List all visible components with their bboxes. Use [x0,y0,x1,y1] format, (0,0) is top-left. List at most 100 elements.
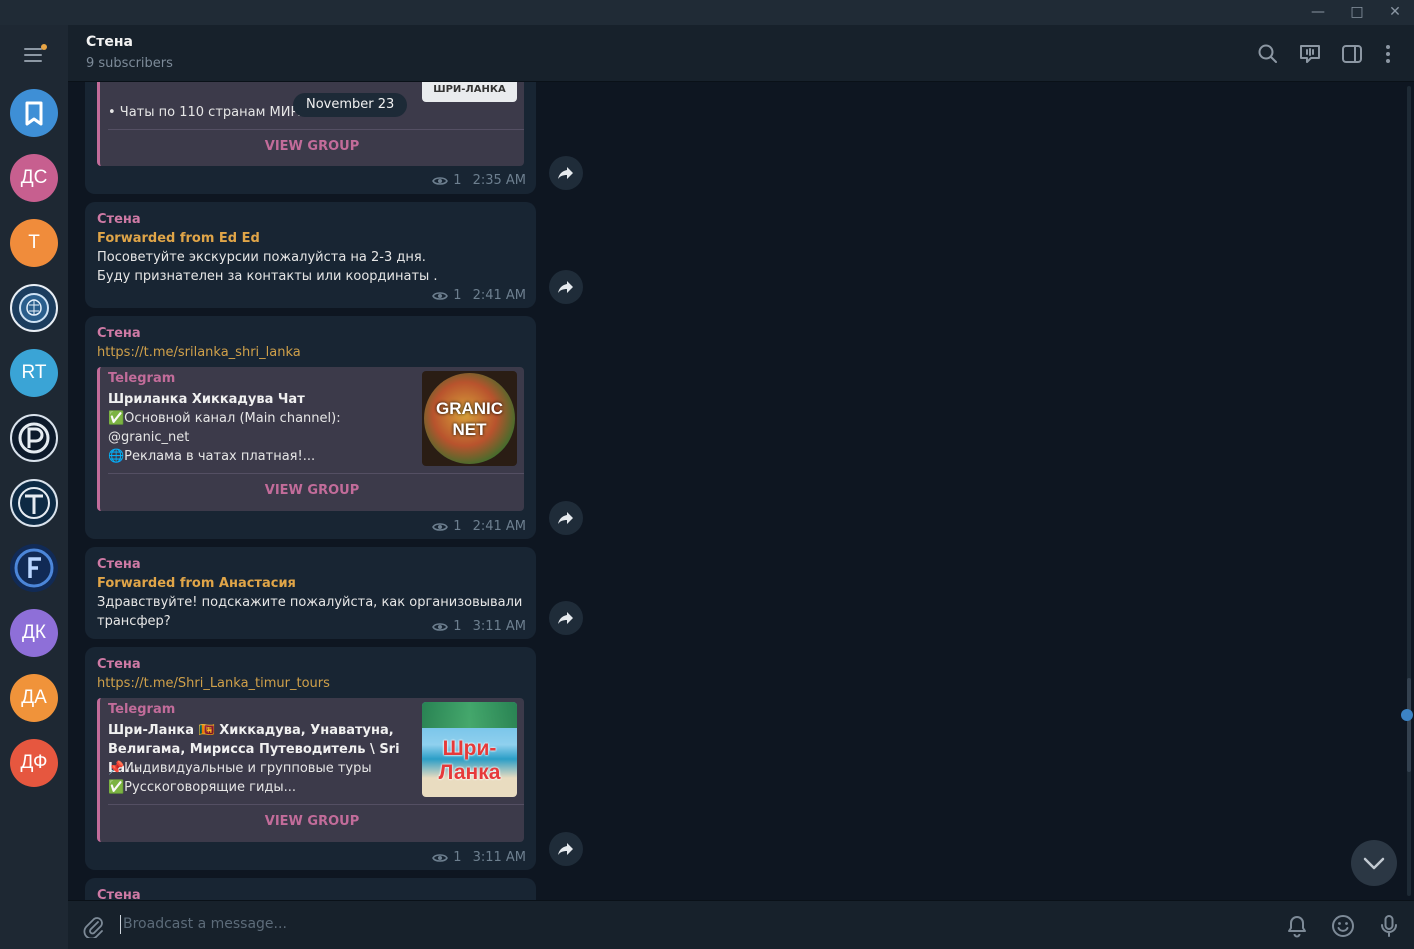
search-icon[interactable] [1256,42,1280,66]
message-composer: Broadcast a message... [68,900,1414,949]
message-time: 2:41 AM [472,288,526,303]
maximize-button[interactable]: □ [1338,0,1376,25]
group-thumbnail: GRANIC NET [422,371,517,466]
message-bubble: Стена Forwarded from Ed Ed Посоветуйте э… [85,202,536,308]
live-stream-icon[interactable] [1298,42,1322,66]
thumb-caption: Шри-Ланка [438,737,501,784]
sender-name[interactable]: Стена [97,326,141,341]
group-thumbnail: ШРИ-ЛАНКА [422,82,517,102]
chat-f-logo[interactable] [10,544,58,592]
message-bubble: Стена https://t.me/srilanka_shri_lanka T… [85,316,536,539]
views-eye-icon [432,176,449,185]
view-count: 1 [453,173,462,188]
message-text-line: Буду признателен за контакты или координ… [97,269,438,284]
message-time: 2:41 AM [472,519,526,534]
sidebar-toggle-icon[interactable] [1340,42,1364,66]
f-logo-icon [14,548,54,588]
view-group-button[interactable]: VIEW GROUP [100,139,524,154]
message-bubble: Стена [85,878,536,900]
chat-da[interactable]: ДА [10,674,58,722]
forward-message-button[interactable] [549,156,583,190]
forward-message-button[interactable] [549,270,583,304]
sender-name[interactable]: Стена [97,888,141,900]
message-list[interactable]: • Чаты по 110 странам МИРА... ШРИ-ЛАНКА … [68,82,1414,900]
attach-icon[interactable] [81,914,105,938]
view-group-button[interactable]: VIEW GROUP [100,814,524,829]
close-button[interactable]: ✕ [1376,0,1414,25]
thumb-caption: GRANIC [435,399,504,418]
sender-name[interactable]: Стена [97,657,141,672]
more-vertical-icon[interactable] [1376,42,1400,66]
share-arrow-icon [558,167,573,179]
message-link[interactable]: https://t.me/Shri_Lanka_timur_tours [97,676,330,691]
thumb-caption: NET [452,420,487,439]
chat-rt[interactable]: RT [10,349,58,397]
microphone-icon[interactable] [1376,913,1402,939]
view-count: 1 [453,288,462,303]
message-meta: 1 2:35 AM [432,173,526,188]
card-divider [108,129,524,130]
chat-p-logo[interactable] [10,414,58,462]
message-bubble: Стена https://t.me/Shri_Lanka_timur_tour… [85,647,536,870]
scrollbar-track[interactable] [1407,86,1411,896]
forward-message-button[interactable] [549,832,583,866]
card-site-name: Telegram [108,702,176,717]
chat-df[interactable]: ДФ [10,739,58,787]
message-text-line: Посоветуйте экскурсии пожалуйста на 2-3 … [97,250,426,265]
scrollbar-thumb[interactable] [1407,678,1411,772]
views-eye-icon [432,291,449,300]
chat-saved-messages[interactable] [10,89,58,137]
card-description-line: @granic_net [108,430,190,445]
message-meta: 1 2:41 AM [432,519,526,534]
forward-message-button[interactable] [549,501,583,535]
card-description-line: 📌Индивидуальные и групповые туры [108,761,372,776]
sender-name[interactable]: Стена [97,557,141,572]
unread-dot [41,44,47,50]
emoji-icon[interactable] [1330,913,1356,939]
message-link[interactable]: https://t.me/srilanka_shri_lanka [97,345,301,360]
view-group-button[interactable]: VIEW GROUP [100,483,524,498]
scroll-to-bottom-button[interactable] [1351,840,1397,886]
t-logo-icon [18,487,50,519]
chat-brain-logo[interactable] [10,284,58,332]
chat-dk[interactable]: ДК [10,609,58,657]
share-arrow-icon [558,612,573,624]
share-arrow-icon [558,281,573,293]
chat-t[interactable]: Т [10,219,58,267]
message-text-line: трансфер? [97,614,171,629]
message-bubble: Стена Forwarded from Анастасия Здравству… [85,547,536,639]
link-preview-card[interactable]: Telegram Шри-Ланка 🇱🇰 Хиккадува, Унавату… [97,698,524,842]
chevron-down-icon [1363,857,1385,870]
forward-message-button[interactable] [549,601,583,635]
message-input[interactable]: Broadcast a message... [123,916,287,932]
message-meta: 1 3:11 AM [432,850,526,865]
message-meta: 1 3:11 AM [432,619,526,634]
view-count: 1 [453,519,462,534]
bell-icon[interactable] [1284,913,1310,939]
card-divider [108,473,524,474]
hamburger-menu-icon[interactable] [22,44,47,65]
scroll-position-indicator[interactable] [1401,709,1413,721]
p-logo-icon [18,422,50,454]
minimize-button[interactable]: — [1299,0,1337,25]
text-caret [120,915,121,934]
chat-title[interactable]: Стена [86,34,133,50]
forwarded-from[interactable]: Forwarded from Анастасия [97,576,296,591]
brain-logo-icon [19,293,49,323]
share-arrow-icon [558,843,573,855]
share-arrow-icon [558,512,573,524]
chat-t-logo[interactable] [10,479,58,527]
chat-header: Стена 9 subscribers [68,25,1414,82]
forwarded-from[interactable]: Forwarded from Ed Ed [97,231,260,246]
card-divider [108,804,524,805]
message-time: 3:11 AM [472,850,526,865]
link-preview-card[interactable]: Telegram Шриланка Хиккадува Чат ✅Основно… [97,367,524,511]
card-site-name: Telegram [108,371,176,386]
views-eye-icon [432,522,449,531]
chat-ds[interactable]: ДС [10,154,58,202]
view-count: 1 [453,619,462,634]
sender-name[interactable]: Стена [97,212,141,227]
bookmark-icon [25,101,43,126]
view-count: 1 [453,850,462,865]
message-meta: 1 2:41 AM [432,288,526,303]
